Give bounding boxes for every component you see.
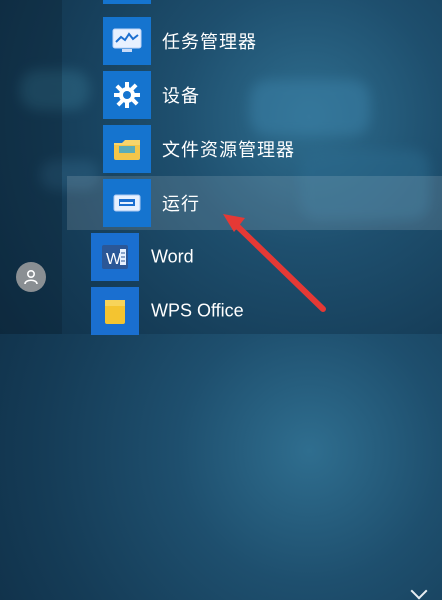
- menu-item-label: 运行: [162, 194, 200, 215]
- menu-item-run[interactable]: 运行: [0, 176, 442, 230]
- menu-item-label: 任务管理器: [162, 32, 257, 53]
- chevron-down-icon[interactable]: [410, 582, 428, 600]
- app-label: WPS Office: [151, 300, 244, 321]
- menu-item-label: 设备: [162, 86, 200, 107]
- menu-item-settings[interactable]: 设备: [0, 68, 442, 122]
- app-item-word[interactable]: W Word: [0, 230, 442, 284]
- menu-item-label: 文件资源管理器: [162, 140, 295, 161]
- gear-icon: [103, 71, 151, 119]
- svg-text:W: W: [106, 251, 122, 268]
- folder-icon: [103, 125, 151, 173]
- run-dialog-icon: [103, 179, 151, 227]
- user-avatar-icon[interactable]: [16, 262, 46, 292]
- wps-folder-icon: [91, 287, 139, 335]
- menu-item-task-manager[interactable]: 任务管理器: [0, 14, 442, 68]
- menu-item-file-explorer[interactable]: 文件资源管理器: [0, 122, 442, 176]
- task-manager-icon: [103, 17, 151, 65]
- word-icon: W: [91, 233, 139, 281]
- app-label: Word: [151, 246, 194, 267]
- app-item-wps-office[interactable]: WPS Office: [0, 284, 442, 600]
- partial-top-tile: [103, 0, 151, 4]
